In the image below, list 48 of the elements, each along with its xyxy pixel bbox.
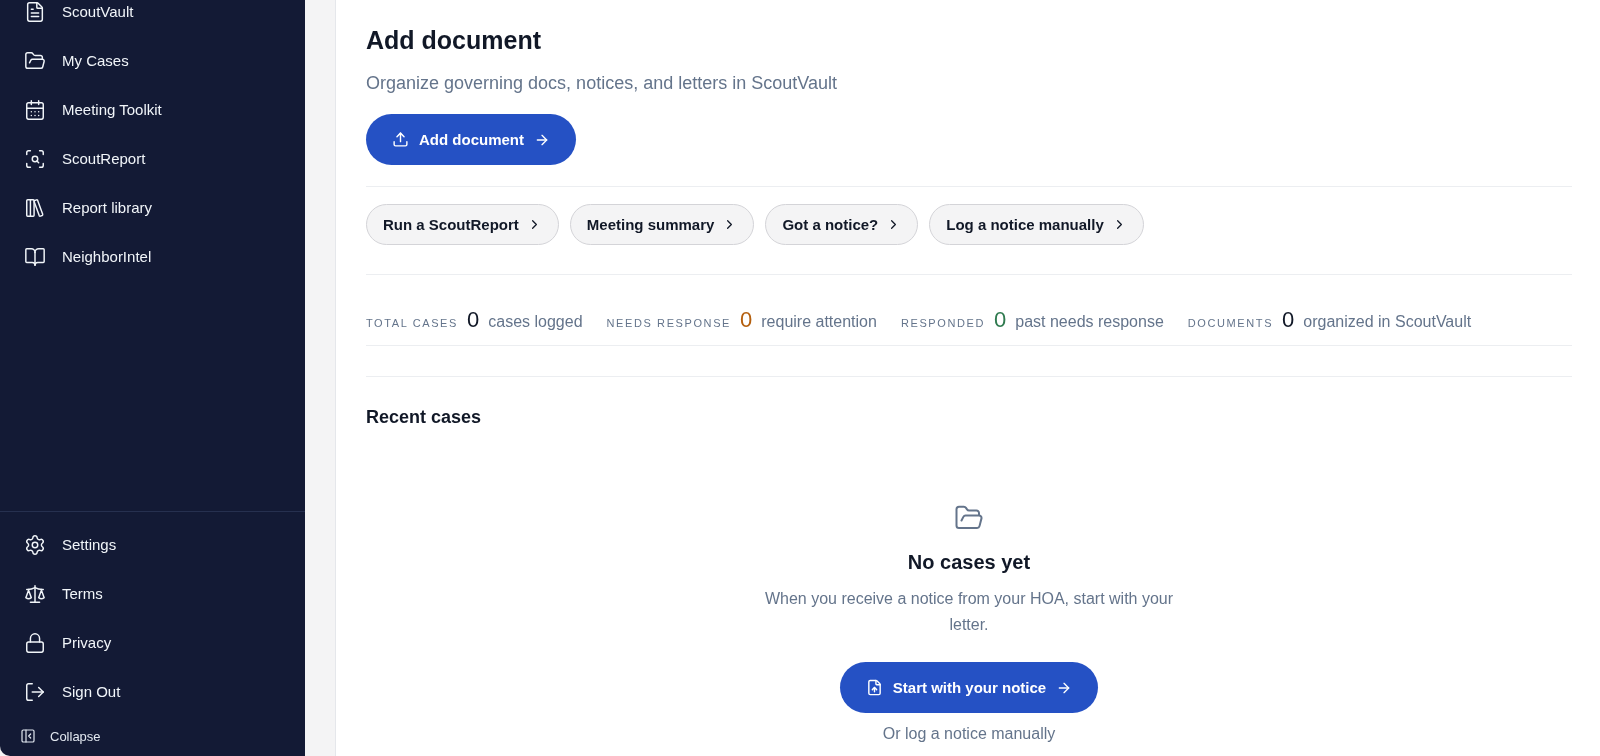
stat-label: RESPONDED <box>900 317 985 329</box>
stat-caption: require attention <box>761 313 877 331</box>
stat-label: NEEDS RESPONSE <box>606 317 731 329</box>
logout-icon <box>24 680 46 703</box>
sidebar-item[interactable]: Meeting Toolkit <box>24 85 305 134</box>
quick-action-chip[interactable]: Got a notice? <box>765 204 919 245</box>
sidebar-item[interactable]: Settings <box>24 520 305 569</box>
document-icon <box>24 0 46 23</box>
stat-label: DOCUMENTS <box>1187 317 1274 329</box>
empty-state-text: When you receive a notice from your HOA, start with your letter. <box>763 589 1175 635</box>
quick-action-chip[interactable]: Run a ScoutReport <box>366 204 559 245</box>
sidebar-item[interactable]: Report library <box>24 183 305 232</box>
sidebar-item[interactable]: My Cases <box>24 36 305 85</box>
stat-value: 0 <box>994 307 1007 333</box>
upload-icon <box>392 131 409 148</box>
stat-value: 0 <box>1282 307 1295 333</box>
stat-value: 0 <box>740 307 753 333</box>
collapse-button[interactable]: Collapse <box>20 716 305 756</box>
sidebar-item[interactable]: ScoutReport <box>24 134 305 183</box>
section-title: Recent cases <box>366 407 483 428</box>
page-subtitle: Organize governing docs, notices, and letters in ScoutVault <box>366 73 838 94</box>
books-icon <box>24 196 46 219</box>
stat-value: 0 <box>467 307 480 333</box>
empty-state-title: No cases yet <box>907 551 1031 574</box>
lock-icon <box>24 631 46 654</box>
collapse-icon <box>20 728 36 744</box>
page-title: Add document <box>366 26 542 55</box>
sidebar-item[interactable]: Sign Out <box>24 667 305 716</box>
file-upload-icon <box>865 679 883 696</box>
log-notice-link[interactable]: Or log a notice manually <box>882 725 1056 743</box>
calendar-icon <box>24 98 46 121</box>
stat-caption: organized in ScoutVault <box>1303 313 1472 331</box>
folder-icon <box>24 49 46 72</box>
settings-icon <box>24 533 46 556</box>
stat-caption: past needs response <box>1015 313 1164 331</box>
sidebar-item[interactable]: ScoutVault <box>24 0 305 36</box>
book-icon <box>24 245 46 268</box>
sidebar-item[interactable]: Terms <box>24 569 305 618</box>
scale-icon <box>24 582 46 605</box>
start-notice-button[interactable]: Start with your notice <box>839 662 1099 713</box>
stat-label: TOTAL CASES <box>366 317 458 329</box>
add-document-button[interactable]: Add document <box>366 114 576 165</box>
sidebar-item[interactable]: Privacy <box>24 618 305 667</box>
quick-action-chip[interactable]: Log a notice manually <box>929 204 1144 245</box>
stat-caption: cases logged <box>488 313 583 331</box>
sidebar-item[interactable]: NeighborIntel <box>24 232 305 281</box>
scan-icon <box>24 147 46 170</box>
quick-action-chip[interactable]: Meeting summary <box>569 204 755 245</box>
